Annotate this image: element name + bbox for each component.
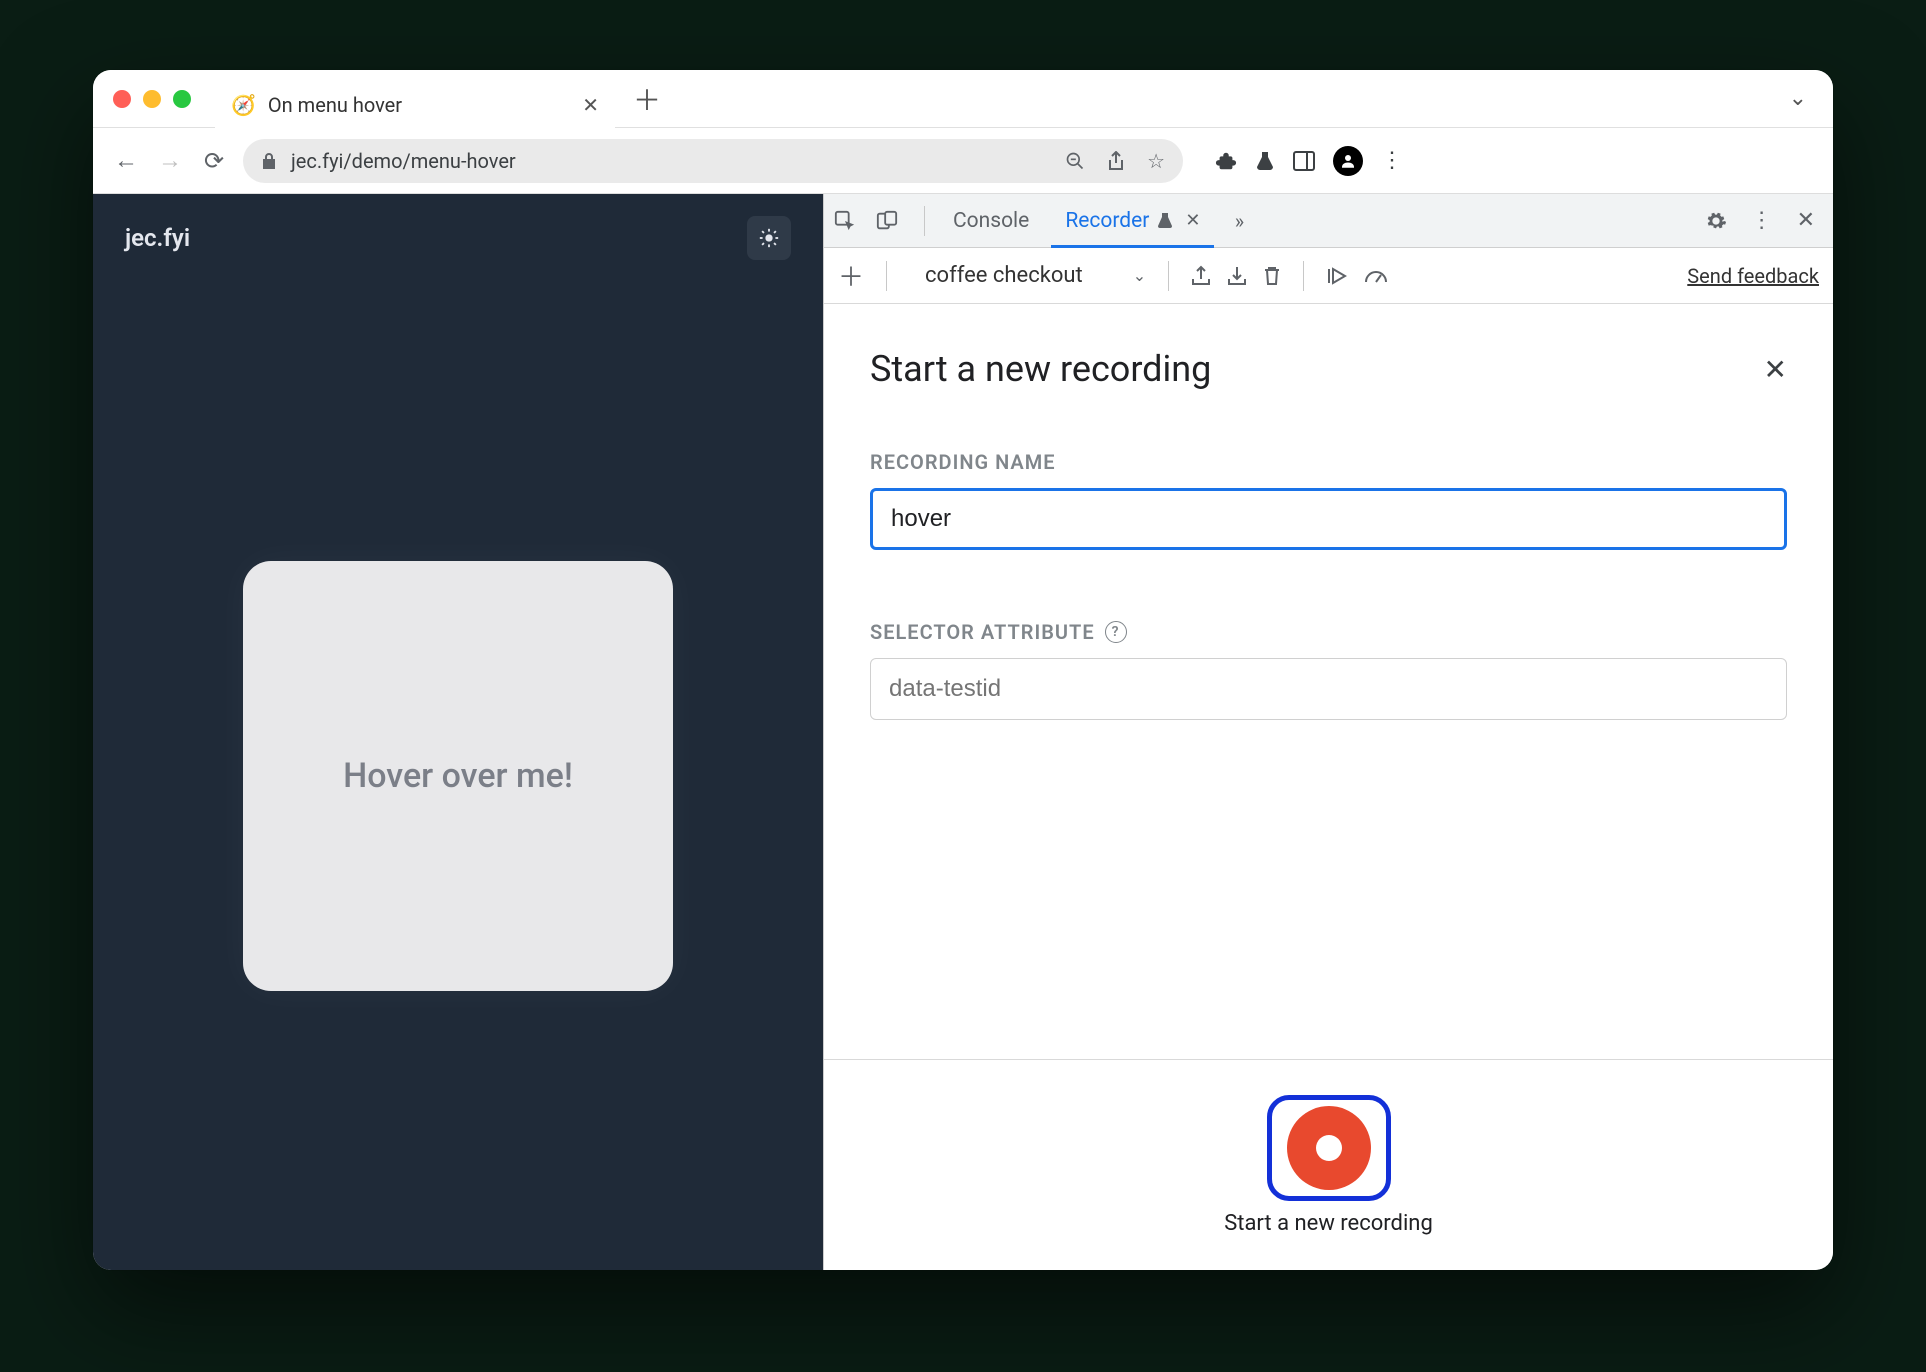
address-bar-row: ← → ⟳ jec.fyi/demo/menu-hover ☆ xyxy=(93,128,1833,194)
minimize-window-button[interactable] xyxy=(143,90,161,108)
theme-toggle-button[interactable] xyxy=(747,216,791,260)
browser-menu-icon[interactable]: ⋮ xyxy=(1381,148,1403,173)
close-tab-icon[interactable]: ✕ xyxy=(1185,210,1200,231)
lock-icon xyxy=(261,152,277,170)
labs-icon[interactable] xyxy=(1255,150,1275,172)
site-header: jec.fyi xyxy=(93,194,823,282)
tab-title: On menu hover xyxy=(268,93,570,117)
back-button[interactable]: ← xyxy=(111,146,141,175)
new-recording-icon[interactable]: ＋ xyxy=(838,257,864,294)
side-panel-icon[interactable] xyxy=(1293,151,1315,171)
tab-console[interactable]: Console xyxy=(939,194,1043,247)
extensions-icon[interactable] xyxy=(1215,150,1237,172)
import-icon[interactable] xyxy=(1227,265,1247,287)
selector-attribute-label: SELECTOR ATTRIBUTE ? xyxy=(870,620,1787,644)
browser-tab[interactable]: 🧭 On menu hover ✕ xyxy=(215,82,615,128)
url-text: jec.fyi/demo/menu-hover xyxy=(291,149,516,173)
export-icon[interactable] xyxy=(1191,265,1211,287)
recorder-toolbar: ＋ coffee checkout ⌄ xyxy=(824,248,1833,304)
recording-name-label: RECORDING NAME xyxy=(870,450,1787,474)
record-icon xyxy=(1287,1106,1371,1190)
page-body: Hover over me! xyxy=(93,282,823,1270)
close-tab-icon[interactable]: ✕ xyxy=(582,93,599,117)
url-field[interactable]: jec.fyi/demo/menu-hover ☆ xyxy=(243,139,1183,183)
window-titlebar: 🧭 On menu hover ✕ ＋ ⌄ xyxy=(93,70,1833,128)
record-button[interactable] xyxy=(1267,1095,1391,1201)
tab-overflow-icon[interactable]: ⌄ xyxy=(1789,86,1807,111)
replay-icon[interactable] xyxy=(1326,266,1348,286)
profile-avatar[interactable] xyxy=(1333,146,1363,176)
recording-select[interactable]: coffee checkout ⌄ xyxy=(925,263,1146,288)
bookmark-star-icon[interactable]: ☆ xyxy=(1147,149,1165,173)
help-icon[interactable]: ? xyxy=(1105,621,1127,643)
recording-name-input[interactable] xyxy=(870,488,1787,550)
more-tabs-icon[interactable]: » xyxy=(1222,209,1256,233)
device-toolbar-icon[interactable] xyxy=(876,210,910,232)
selector-attribute-input[interactable] xyxy=(870,658,1787,720)
sun-icon xyxy=(758,227,780,249)
settings-gear-icon[interactable] xyxy=(1697,210,1735,232)
chevron-down-icon: ⌄ xyxy=(1133,266,1146,285)
tab-favicon-icon: 🧭 xyxy=(231,93,256,117)
share-icon[interactable] xyxy=(1107,151,1125,171)
close-panel-icon[interactable]: ✕ xyxy=(1764,353,1787,386)
zoom-out-icon[interactable] xyxy=(1065,151,1085,171)
send-feedback-link[interactable]: Send feedback xyxy=(1687,264,1819,288)
tab-recorder[interactable]: Recorder ✕ xyxy=(1051,194,1214,247)
hover-card[interactable]: Hover over me! xyxy=(243,561,673,991)
forward-button[interactable]: → xyxy=(155,146,185,175)
performance-icon[interactable] xyxy=(1364,266,1388,286)
site-title: jec.fyi xyxy=(125,224,190,252)
inspect-element-icon[interactable] xyxy=(834,210,868,232)
content-split: jec.fyi Hover over me! xyxy=(93,194,1833,1270)
page-viewport: jec.fyi Hover over me! xyxy=(93,194,823,1270)
new-tab-button[interactable]: ＋ xyxy=(633,79,661,119)
panel-title: Start a new recording xyxy=(870,348,1211,390)
recorder-body: Start a new recording ✕ RECORDING NAME S… xyxy=(824,304,1833,1060)
delete-icon[interactable] xyxy=(1263,265,1281,287)
close-window-button[interactable] xyxy=(113,90,131,108)
hover-card-text: Hover over me! xyxy=(343,756,573,796)
window-controls xyxy=(113,90,191,108)
close-devtools-icon[interactable]: ✕ xyxy=(1789,208,1823,233)
recorder-footer: Start a new recording xyxy=(824,1060,1833,1270)
browser-window: 🧭 On menu hover ✕ ＋ ⌄ ← → ⟳ jec.fyi/demo… xyxy=(93,70,1833,1270)
record-button-label: Start a new recording xyxy=(1224,1211,1433,1236)
flask-icon xyxy=(1157,212,1173,230)
devtools-panel: Console Recorder ✕ » ⋮ ✕ ＋ co xyxy=(823,194,1833,1270)
reload-button[interactable]: ⟳ xyxy=(199,147,229,175)
devtools-tabstrip: Console Recorder ✕ » ⋮ ✕ xyxy=(824,194,1833,248)
maximize-window-button[interactable] xyxy=(173,90,191,108)
devtools-menu-icon[interactable]: ⋮ xyxy=(1743,208,1781,233)
